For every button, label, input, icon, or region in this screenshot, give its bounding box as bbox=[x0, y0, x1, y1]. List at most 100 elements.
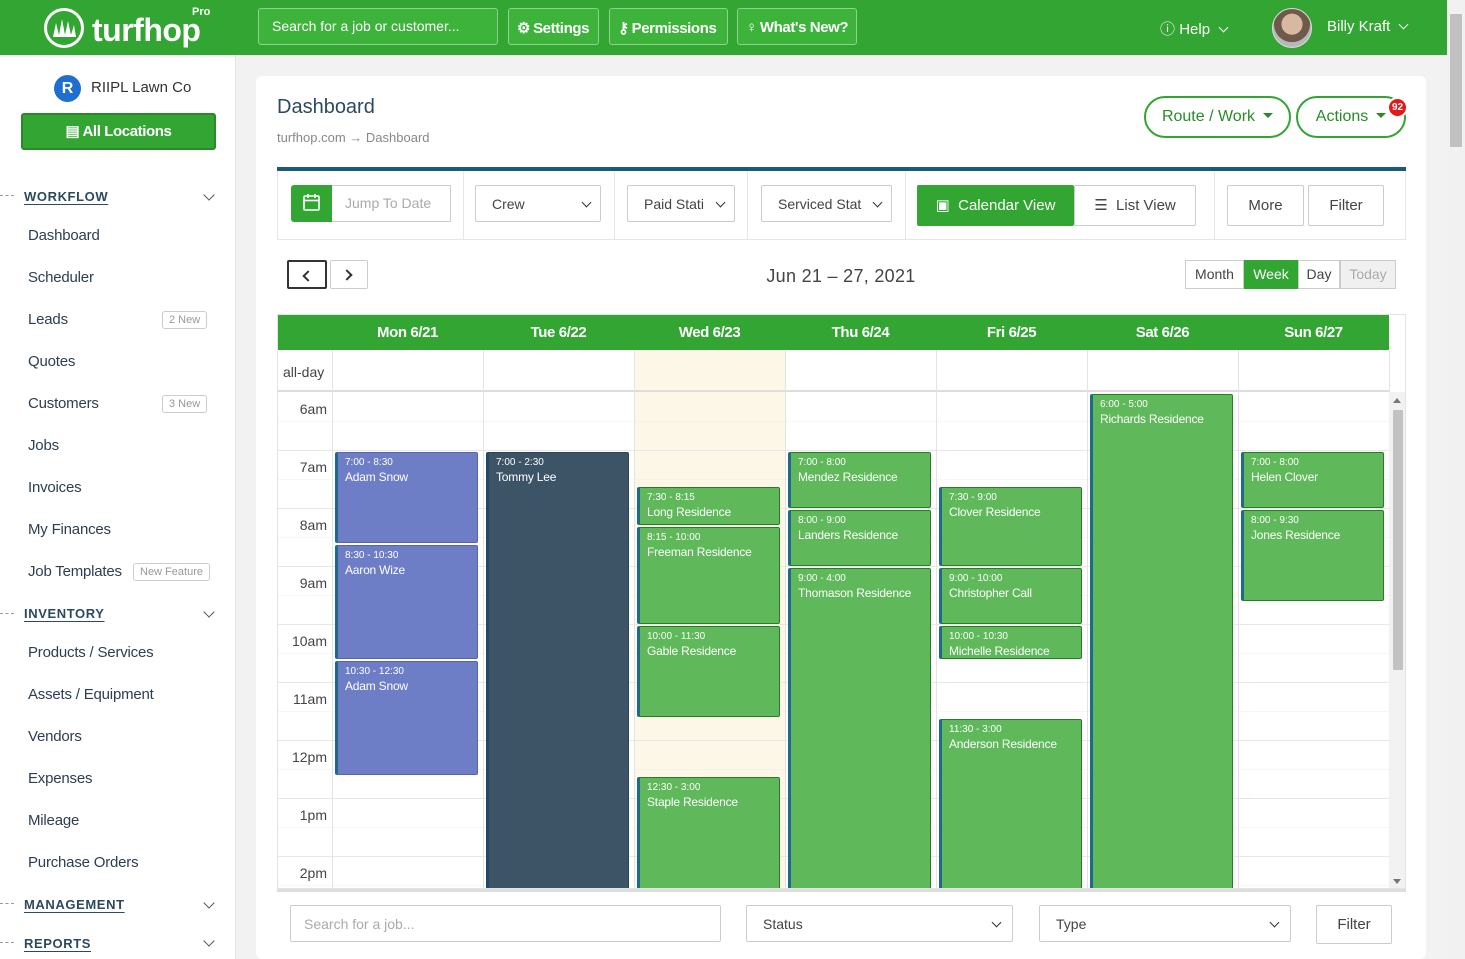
settings-button[interactable]: ⚙ Settings bbox=[508, 8, 599, 45]
calendar-event[interactable]: 7:00 - 8:00 Mendez Residence bbox=[788, 452, 931, 508]
event-time: 8:00 - 9:30 bbox=[1251, 515, 1299, 526]
user-menu[interactable]: Billy Kraft bbox=[1327, 18, 1409, 35]
sidebar-item-invoices[interactable]: Invoices bbox=[28, 479, 82, 496]
event-time: 7:00 - 8:00 bbox=[1251, 457, 1299, 468]
day-header[interactable]: Mon 6/21 bbox=[332, 315, 483, 350]
sidebar-item-job-templates[interactable]: Job Templates bbox=[28, 563, 122, 580]
sidebar-item-assets-equipment[interactable]: Assets / Equipment bbox=[28, 686, 154, 703]
page-scroll-thumb[interactable] bbox=[1450, 14, 1462, 147]
section-dash bbox=[0, 942, 14, 943]
calendar-event[interactable]: 7:00 - 8:30 Adam Snow bbox=[335, 452, 478, 543]
event-time: 9:00 - 4:00 bbox=[798, 573, 846, 584]
day-header[interactable]: Thu 6/24 bbox=[785, 315, 936, 350]
sidebar-item-vendors[interactable]: Vendors bbox=[28, 728, 82, 745]
calendar-event[interactable]: 12:30 - 3:00 Staple Residence bbox=[637, 776, 780, 888]
sidebar-item-products-services[interactable]: Products / Services bbox=[28, 644, 154, 661]
serviced-status-select[interactable]: Serviced Stat bbox=[761, 185, 892, 222]
scroll-up-icon[interactable] bbox=[1393, 398, 1401, 403]
turfhop-logo[interactable]: turfhop Pro bbox=[44, 6, 214, 50]
whats-new-button[interactable]: ♀ What's New? bbox=[737, 8, 857, 45]
section-management[interactable]: MANAGEMENT bbox=[24, 897, 125, 912]
question-circle-icon: ⓘ bbox=[1160, 21, 1176, 38]
week-view-button[interactable]: Week bbox=[1244, 260, 1298, 289]
logo-pro-badge: Pro bbox=[192, 6, 211, 18]
calendar-event[interactable]: 10:00 - 10:30 Michelle Residence bbox=[939, 626, 1082, 659]
global-search-input[interactable]: Search for a job or customer... bbox=[258, 8, 498, 45]
crew-select[interactable]: Crew bbox=[475, 185, 601, 222]
sidebar-item-leads[interactable]: Leads bbox=[28, 311, 68, 328]
section-workflow[interactable]: WORKFLOW bbox=[24, 189, 108, 204]
filter-button[interactable]: Filter bbox=[1308, 185, 1384, 226]
calendar-event[interactable]: 8:30 - 10:30 Aaron Wize bbox=[335, 544, 478, 659]
event-title: Aaron Wize bbox=[345, 562, 406, 577]
section-dash bbox=[0, 613, 14, 614]
event-title: Jones Residence bbox=[1251, 528, 1341, 542]
route-work-button[interactable]: Route / Work bbox=[1144, 96, 1291, 138]
all-locations-button[interactable]: ▤ All Locations bbox=[21, 113, 216, 150]
calendar-view-button[interactable]: ▣ Calendar View bbox=[917, 185, 1074, 226]
sidebar-item-dashboard[interactable]: Dashboard bbox=[28, 227, 100, 244]
event-time: 8:00 - 9:00 bbox=[798, 515, 846, 526]
sidebar-item-jobs[interactable]: Jobs bbox=[28, 437, 59, 454]
calendar-event[interactable]: 10:00 - 11:30 Gable Residence bbox=[637, 626, 780, 717]
list-view-button[interactable]: ☰ List View bbox=[1074, 185, 1196, 226]
chevron-down-icon bbox=[1218, 22, 1229, 33]
section-reports[interactable]: REPORTS bbox=[24, 936, 91, 951]
sidebar-item-customers[interactable]: Customers bbox=[28, 395, 99, 412]
user-avatar[interactable] bbox=[1272, 8, 1312, 48]
calendar-event[interactable]: 9:00 - 4:00 Thomason Residence bbox=[788, 568, 931, 888]
chevron-down-icon[interactable] bbox=[203, 935, 215, 947]
sidebar-item-expenses[interactable]: Expenses bbox=[28, 770, 92, 787]
sidebar-item-quotes[interactable]: Quotes bbox=[28, 353, 75, 370]
org-name[interactable]: RIIPL Lawn Co bbox=[91, 79, 191, 96]
day-header[interactable]: Sat 6/26 bbox=[1087, 315, 1238, 350]
calendar-event[interactable]: 9:00 - 10:00 Christopher Call bbox=[939, 568, 1082, 624]
breadcrumb: turfhop.com → Dashboard bbox=[277, 130, 430, 145]
help-menu[interactable]: ⓘ Help bbox=[1160, 18, 1229, 39]
calendar-event[interactable]: 11:30 - 3:00 Anderson Residence bbox=[939, 718, 1082, 888]
chevron-down-icon bbox=[715, 197, 726, 208]
sidebar-item-purchase-orders[interactable]: Purchase Orders bbox=[28, 854, 139, 871]
more-button[interactable]: More bbox=[1227, 185, 1304, 226]
bottom-filter-button[interactable]: Filter bbox=[1316, 905, 1392, 944]
calendar-event[interactable]: 7:30 - 9:00 Clover Residence bbox=[939, 486, 1082, 566]
separator bbox=[747, 171, 748, 239]
event-time: 10:00 - 11:30 bbox=[647, 631, 706, 642]
day-header[interactable]: Fri 6/25 bbox=[936, 315, 1087, 350]
jump-to-date-input[interactable]: Jump To Date bbox=[332, 185, 451, 222]
scroll-down-icon[interactable] bbox=[1393, 879, 1401, 884]
section-inventory[interactable]: INVENTORY bbox=[24, 606, 105, 621]
calendar-event[interactable]: 8:15 - 10:00 Freeman Residence bbox=[637, 527, 780, 624]
permissions-button[interactable]: ⚷ Permissions bbox=[609, 8, 728, 45]
calendar-event[interactable]: 7:00 - 2:30 Tommy Lee bbox=[486, 452, 629, 888]
page-scrollbar[interactable] bbox=[1447, 0, 1465, 959]
calendar-picker-button[interactable] bbox=[291, 185, 332, 222]
day-header[interactable]: Sun 6/27 bbox=[1238, 315, 1389, 350]
today-button[interactable]: Today bbox=[1340, 260, 1396, 289]
calendar-event[interactable]: 7:30 - 8:15 Long Residence bbox=[637, 486, 780, 526]
calendar-event[interactable]: 10:30 - 12:30 Adam Snow bbox=[335, 660, 478, 775]
event-time: 7:00 - 8:00 bbox=[798, 457, 846, 468]
chevron-down-icon[interactable] bbox=[203, 897, 215, 909]
calendar-scrollbar[interactable] bbox=[1389, 392, 1405, 888]
day-view-button[interactable]: Day bbox=[1298, 260, 1340, 289]
chevron-down-icon[interactable] bbox=[203, 606, 215, 618]
day-header[interactable]: Wed 6/23 bbox=[634, 315, 785, 350]
column-line bbox=[634, 350, 635, 888]
sidebar-item-my-finances[interactable]: My Finances bbox=[28, 521, 111, 538]
status-select[interactable]: Status bbox=[746, 905, 1013, 942]
calendar-event[interactable]: 8:00 - 9:30 Jones Residence bbox=[1241, 510, 1384, 601]
paid-status-select[interactable]: Paid Stati bbox=[627, 185, 735, 222]
calendar-event[interactable]: 6:00 - 5:00 Richards Residence bbox=[1090, 394, 1233, 888]
month-view-button[interactable]: Month bbox=[1185, 260, 1244, 289]
day-header[interactable]: Tue 6/22 bbox=[483, 315, 634, 350]
sidebar-item-scheduler[interactable]: Scheduler bbox=[28, 269, 94, 286]
calendar-event[interactable]: 8:00 - 9:00 Landers Residence bbox=[788, 510, 931, 566]
breadcrumb-home[interactable]: turfhop.com bbox=[277, 130, 346, 145]
sidebar-item-mileage[interactable]: Mileage bbox=[28, 812, 79, 829]
job-search-input[interactable]: Search for a job... bbox=[290, 905, 721, 942]
chevron-down-icon[interactable] bbox=[203, 189, 215, 201]
scroll-thumb[interactable] bbox=[1393, 410, 1403, 670]
type-select[interactable]: Type bbox=[1039, 905, 1291, 942]
calendar-event[interactable]: 7:00 - 8:00 Helen Clover bbox=[1241, 452, 1384, 508]
